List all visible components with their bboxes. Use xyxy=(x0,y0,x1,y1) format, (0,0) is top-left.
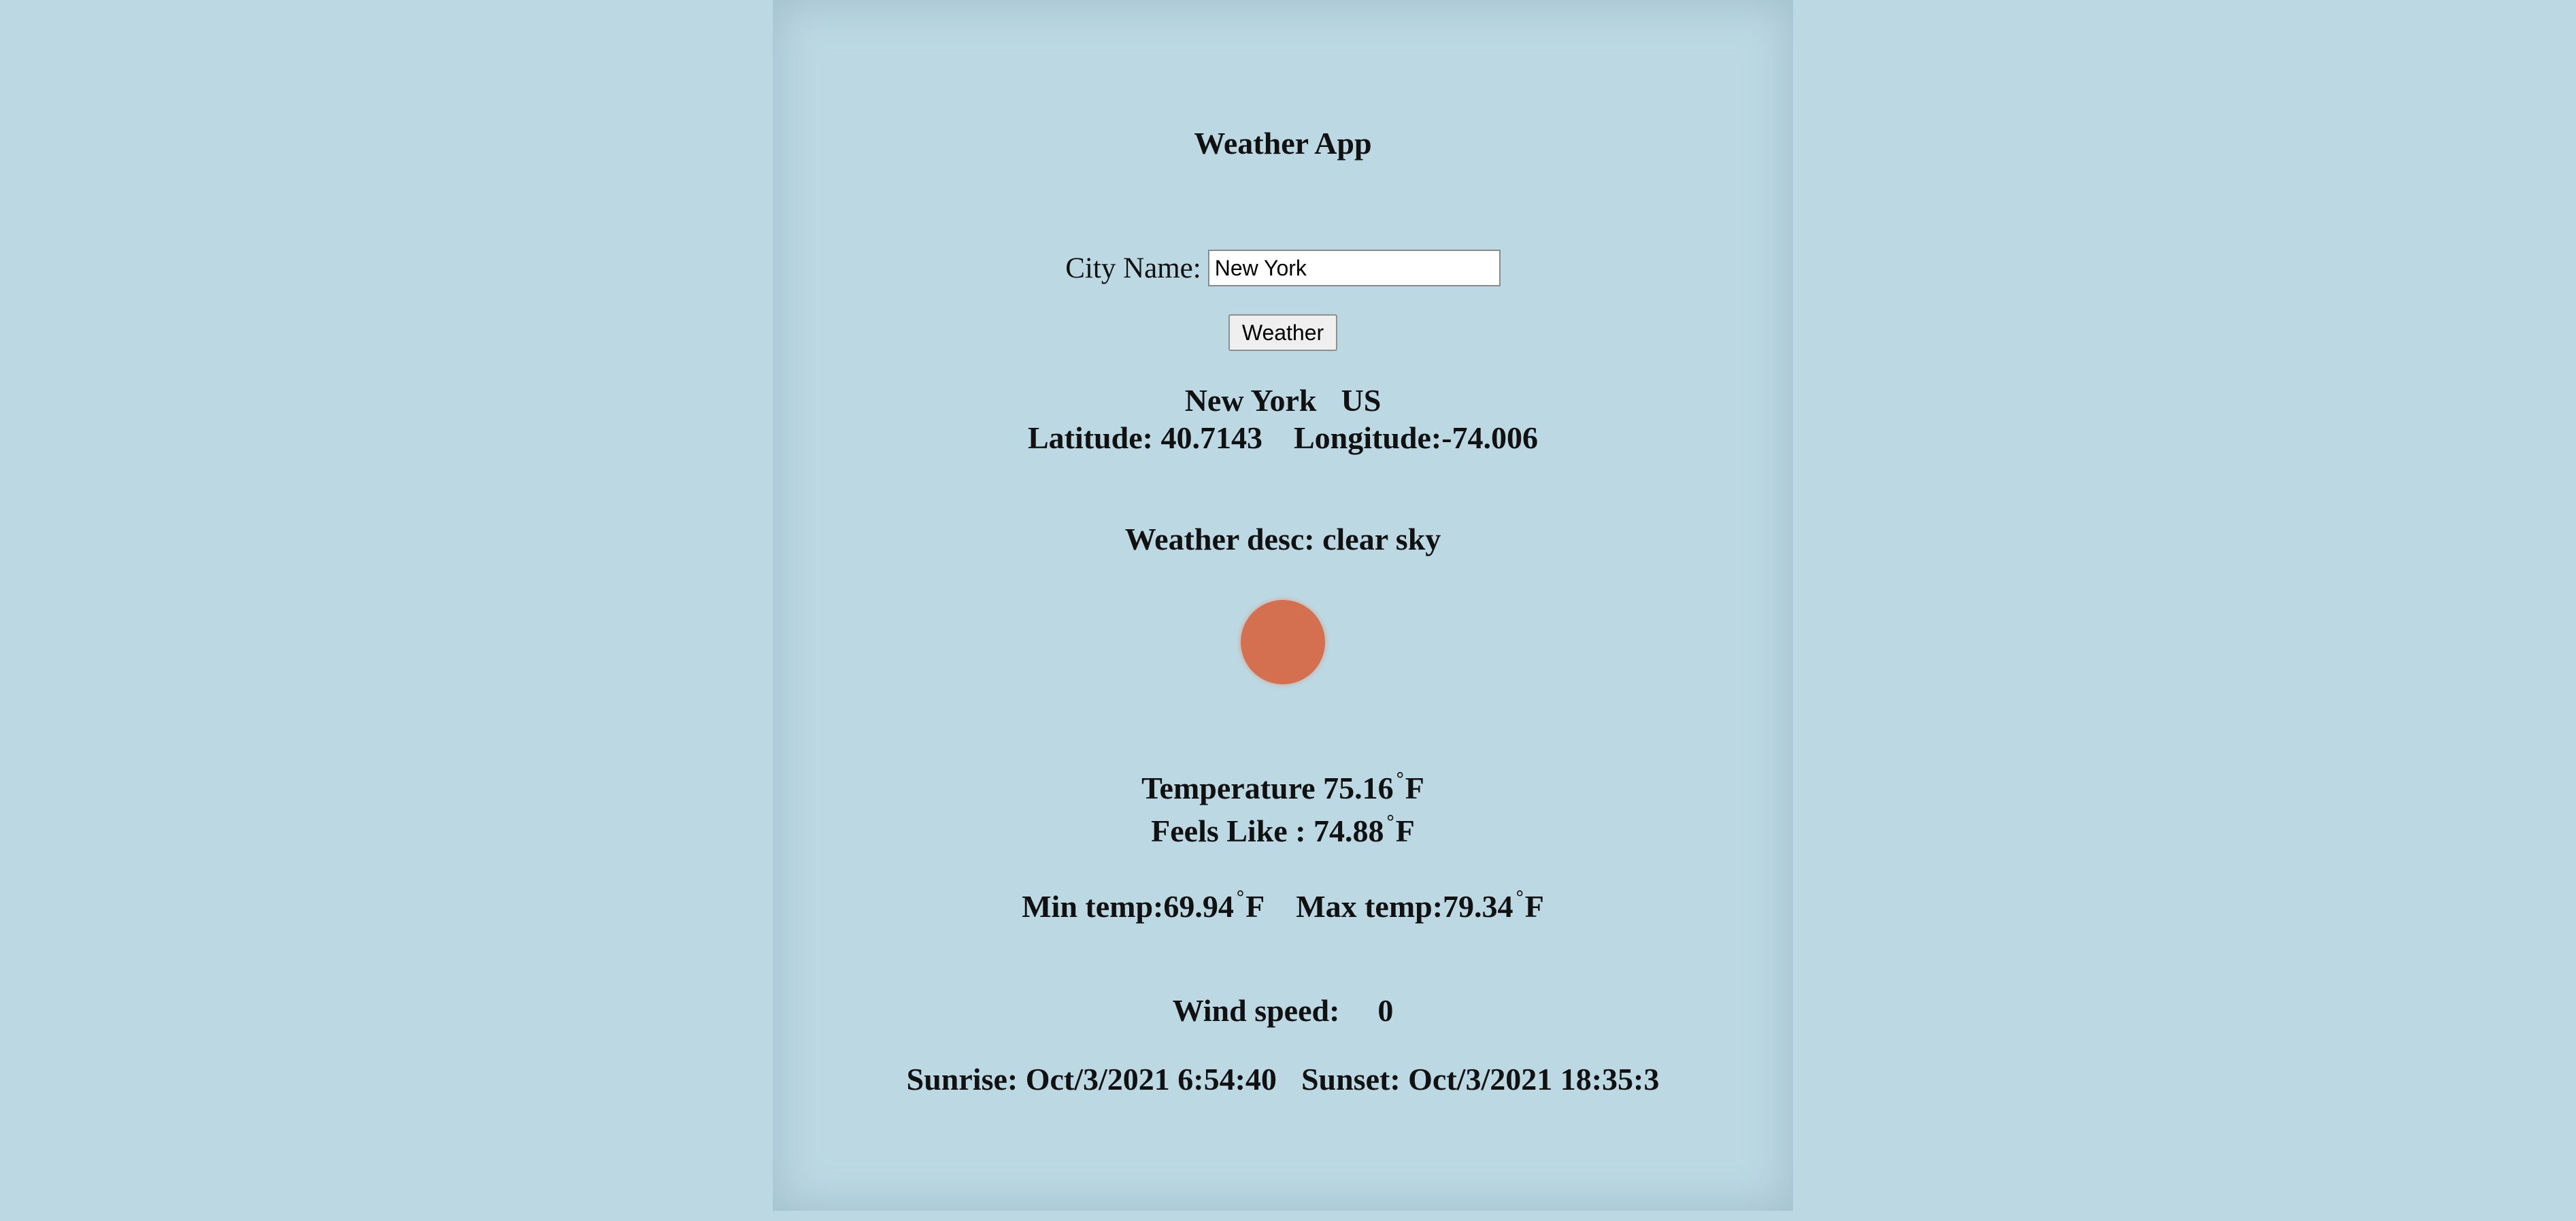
sun-icon xyxy=(1241,600,1325,684)
degree-symbol: ° xyxy=(1386,812,1394,833)
temperature-value: Temperature 75.16 xyxy=(1141,771,1394,805)
sunset-time: Sunset: Oct/3/2021 18:35:3 xyxy=(1301,1062,1660,1097)
degree-symbol: ° xyxy=(1236,887,1245,908)
weather-icon-container xyxy=(1241,600,1325,684)
max-temp-unit: F xyxy=(1524,889,1544,924)
wind-speed-label: Wind speed: xyxy=(1172,993,1340,1028)
city-search-row: City Name: xyxy=(773,250,1793,286)
latitude: Latitude: 40.7143 xyxy=(1027,420,1262,455)
temperature: Temperature 75.16 °F xyxy=(773,769,1793,806)
city-name-label: City Name: xyxy=(1065,252,1201,284)
wind-speed: Wind speed: 0 xyxy=(773,992,1793,1028)
max-temp-value: Max temp:79.34 xyxy=(1296,889,1513,924)
country-code: US xyxy=(1341,383,1382,418)
feels-like-unit: F xyxy=(1395,814,1415,848)
degree-symbol: ° xyxy=(1516,887,1524,908)
weather-app-panel: Weather App City Name: Weather New York U… xyxy=(773,0,1793,1211)
weather-description: Weather desc: clear sky xyxy=(1124,522,1441,556)
wind-speed-value: 0 xyxy=(1377,993,1394,1028)
temperature-unit: F xyxy=(1405,771,1424,805)
weather-button-row: Weather xyxy=(773,314,1793,351)
coordinates-line: Latitude: 40.7143 Longitude:-74.006 xyxy=(773,420,1793,456)
degree-symbol: ° xyxy=(1396,769,1404,790)
sunrise-sunset: Sunrise: Oct/3/2021 6:54:40 Sunset: Oct/3… xyxy=(773,1061,1793,1097)
sunrise-time: Sunrise: Oct/3/2021 6:54:40 xyxy=(906,1062,1277,1097)
min-temp-unit: F xyxy=(1245,889,1265,924)
feels-like: Feels Like : 74.88 °F xyxy=(773,812,1793,849)
city-name-input[interactable] xyxy=(1207,250,1501,286)
min-temp-value: Min temp:69.94 xyxy=(1022,889,1234,924)
feels-like-value: Feels Like : 74.88 xyxy=(1151,814,1384,848)
min-max-temperature: Min temp:69.94 °F Max temp:79.34 °F xyxy=(773,887,1793,924)
location-line: New York US xyxy=(773,382,1793,418)
city-name: New York xyxy=(1184,383,1317,418)
longitude: Longitude:-74.006 xyxy=(1293,420,1539,455)
page-title: Weather App xyxy=(1194,126,1372,161)
weather-button[interactable]: Weather xyxy=(1228,314,1338,351)
